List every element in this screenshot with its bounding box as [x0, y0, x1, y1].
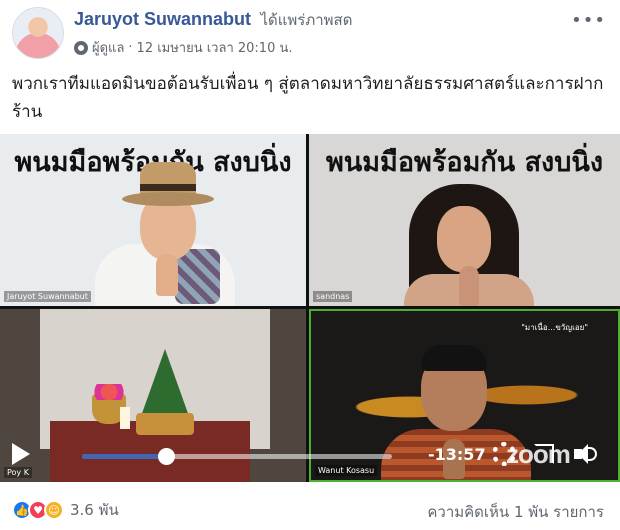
volume-icon[interactable] — [574, 442, 598, 466]
candle — [120, 407, 130, 429]
time-remaining: -13:57 — [428, 445, 486, 464]
more-options-icon[interactable]: ••• — [571, 10, 606, 31]
reaction-summary[interactable]: 👍 ♥ ☺ 3.6 พัน — [12, 498, 119, 522]
haha-icon: ☺ — [44, 500, 64, 520]
post-action-text: ได้แพร่ภาพสด — [260, 11, 353, 29]
participant-head — [437, 206, 491, 272]
participant-name-label: Jaruyot Suwannabut — [4, 291, 91, 302]
post-title-line: Jaruyot Suwannabut ได้แพร่ภาพสด — [74, 8, 352, 32]
post-timestamp-link[interactable]: 12 เมษายน เวลา 20:10 น. — [137, 37, 293, 58]
participant-hair — [421, 345, 487, 371]
praying-hands — [156, 254, 178, 296]
tile-banner-text: พนมมือพร้อมกัน สงบนิ่ง — [325, 147, 604, 178]
author-avatar[interactable] — [12, 7, 64, 59]
flower-offering — [90, 384, 128, 400]
participant-name-label: sandnas — [313, 291, 353, 302]
post-meta: ผู้ดูแล · 12 เมษายน เวลา 20:10 น. — [74, 37, 293, 58]
progress-fill — [82, 454, 166, 459]
hat-band — [140, 184, 196, 191]
admin-badge-icon — [74, 40, 88, 55]
post-header: Jaruyot Suwannabut ได้แพร่ภาพสด ผู้ดูแล … — [0, 0, 620, 66]
author-name-link[interactable]: Jaruyot Suwannabut — [74, 9, 251, 29]
play-icon[interactable] — [12, 443, 30, 465]
reaction-count: 3.6 พัน — [70, 501, 119, 519]
progress-bar[interactable] — [82, 448, 392, 465]
post-caption: พวกเราทีมแอดมินขอต้อนรับเพื่อน ๆ สู่ตลาด… — [12, 74, 604, 122]
fullscreen-icon[interactable] — [534, 444, 554, 464]
meta-separator: · — [128, 40, 133, 55]
comment-count-link[interactable]: ความคิดเห็น 1 พัน รายการ — [427, 500, 604, 524]
praying-hands — [459, 266, 479, 306]
hat-brim — [122, 192, 214, 206]
participant-scarf — [175, 249, 220, 304]
settings-gear-icon[interactable] — [492, 442, 516, 466]
progress-handle[interactable] — [157, 448, 175, 465]
live-video-player[interactable]: พนมมือพร้อมกัน สงบนิ่ง Jaruyot Suwannabu… — [0, 134, 620, 482]
speaker-caption: "มาเนื่อ...ขวัญเอย" — [521, 323, 588, 332]
player-controls: -13:57 — [0, 430, 620, 482]
video-tile-host: พนมมือพร้อมกัน สงบนิ่ง Jaruyot Suwannabu… — [0, 134, 306, 306]
video-tile-sandnas: พนมมือพร้อมกัน สงบนิ่ง sandnas — [309, 134, 620, 306]
author-role: ผู้ดูแล — [92, 41, 125, 56]
